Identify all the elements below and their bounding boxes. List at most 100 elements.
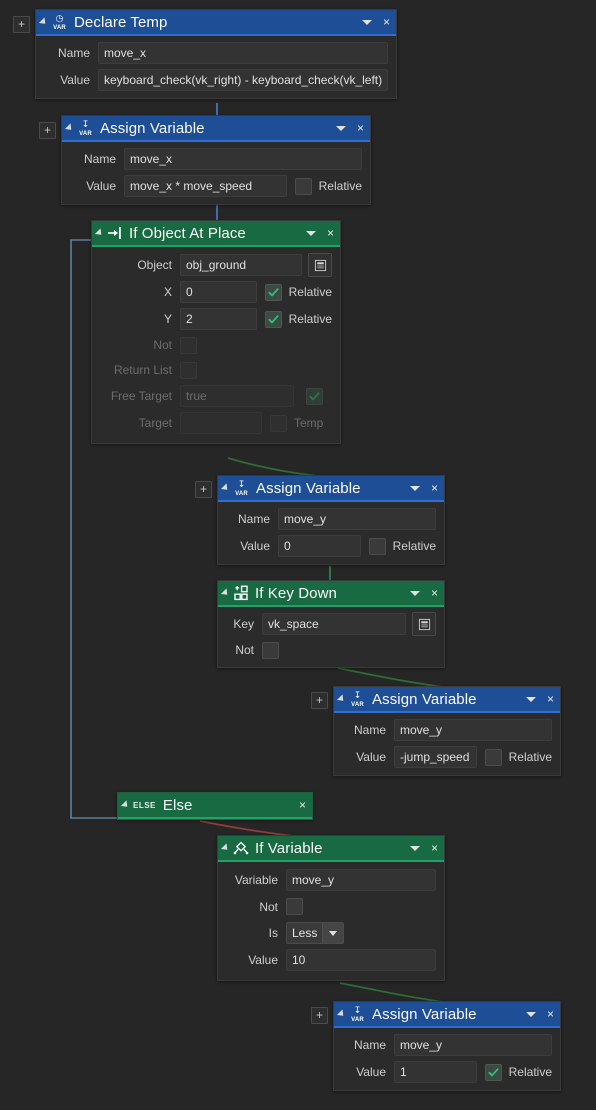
relative-group-assign-jump[interactable]: Relative — [484, 748, 552, 766]
relative-group-assign-gravity[interactable]: Relative — [484, 1063, 552, 1081]
checkbox-not-if-variable[interactable] — [286, 898, 303, 915]
close-icon-if-key-down[interactable]: × — [429, 587, 440, 600]
chevron-down-icon-declare-temp[interactable] — [361, 19, 372, 25]
checkbox-relative-y[interactable] — [264, 310, 282, 328]
collapse-triangle-icon[interactable] — [94, 228, 105, 238]
collapse-triangle-icon[interactable] — [64, 123, 75, 133]
input-key[interactable]: vk_space — [262, 613, 406, 635]
collapse-triangle-icon[interactable] — [220, 588, 231, 598]
block-header-assign-gravity[interactable]: ↧ VAR Assign Variable × — [334, 1002, 560, 1028]
block-header-if-variable[interactable]: If Variable × — [218, 836, 444, 862]
block-title-if-key-down: If Key Down — [255, 584, 337, 602]
input-declare-temp-value[interactable]: keyboard_check(vk_right) - keyboard_chec… — [98, 69, 388, 91]
close-icon-if-object-at-place[interactable]: × — [325, 227, 336, 240]
chevron-down-icon-assign-jump[interactable] — [525, 696, 536, 702]
chevron-down-icon-assign-move-x[interactable] — [335, 125, 346, 131]
close-icon-if-variable[interactable]: × — [429, 842, 440, 855]
chevron-down-icon-comparison[interactable] — [322, 923, 344, 943]
input-if-variable-variable[interactable]: move_y — [286, 869, 436, 891]
checkbox-not-key-down[interactable] — [262, 641, 279, 659]
input-assign-jump-value[interactable]: -jump_speed — [394, 746, 477, 768]
label-not: Not — [235, 643, 254, 657]
checkbox-relative-assign-move-y-zero[interactable] — [368, 537, 386, 555]
add-action-button-assign-move-x[interactable]: + — [39, 122, 56, 139]
add-action-button-assign-move-y-zero[interactable]: + — [195, 481, 212, 498]
input-assign-move-y-zero-name[interactable]: move_y — [278, 508, 436, 530]
block-assign-variable-move-x[interactable]: ↧ VAR Assign Variable × Name move_x Value… — [61, 115, 371, 205]
input-assign-move-y-zero-value[interactable]: 0 — [278, 535, 361, 557]
block-header-assign-move-x[interactable]: ↧ VAR Assign Variable × — [62, 116, 370, 142]
input-assign-move-x-name[interactable]: move_x — [124, 148, 362, 170]
block-header-declare-temp[interactable]: ◷ VAR Declare Temp × — [36, 10, 396, 36]
block-header-if-key-down[interactable]: If Key Down × — [218, 581, 444, 607]
block-if-object-at-place[interactable]: If Object At Place × Object obj_ground X… — [91, 220, 341, 444]
checkbox-relative-x[interactable] — [264, 283, 282, 301]
add-action-button-assign-jump[interactable]: + — [311, 692, 328, 709]
input-y[interactable]: 2 — [180, 308, 257, 330]
checkbox-relative-assign-jump[interactable] — [484, 748, 502, 766]
input-if-variable-value[interactable]: 10 — [286, 949, 436, 971]
var-clock-icon: ◷ VAR — [53, 12, 66, 31]
checkbox-relative-assign-gravity[interactable] — [484, 1063, 502, 1081]
chevron-down-icon-assign-gravity[interactable] — [525, 1011, 536, 1017]
label-relative: Relative — [318, 179, 362, 193]
field-row-value: Value 1 Relative — [342, 1061, 552, 1083]
chevron-down-icon-if-object-at-place[interactable] — [305, 230, 316, 236]
input-assign-jump-name[interactable]: move_y — [394, 719, 552, 741]
field-row-not: Not — [226, 640, 436, 660]
collapse-triangle-icon[interactable] — [38, 17, 49, 27]
select-comparison-operator[interactable]: Less — [286, 922, 345, 944]
block-header-if-object-at-place[interactable]: If Object At Place × — [92, 221, 340, 247]
input-object[interactable]: obj_ground — [180, 254, 302, 276]
relative-group-x[interactable]: Relative — [264, 283, 332, 301]
input-assign-gravity-name[interactable]: move_y — [394, 1034, 552, 1056]
field-row-object: Object obj_ground — [100, 253, 332, 277]
checkbox-not — [180, 336, 197, 354]
block-header-assign-jump[interactable]: ↧ VAR Assign Variable × — [334, 687, 560, 713]
input-assign-gravity-value[interactable]: 1 — [394, 1061, 477, 1083]
block-else[interactable]: ELSE Else × — [117, 792, 313, 820]
add-action-button-declare-temp[interactable]: + — [13, 16, 30, 33]
input-x[interactable]: 0 — [180, 281, 257, 303]
checkbox-relative-assign-move-x[interactable] — [294, 177, 312, 195]
close-icon-declare-temp[interactable]: × — [381, 16, 392, 29]
block-if-variable[interactable]: If Variable × Variable move_y Not Is Les… — [217, 835, 445, 981]
field-row-value: Value -jump_speed Relative — [342, 746, 552, 768]
block-assign-variable-move-y-zero[interactable]: ↧ VAR Assign Variable × Name move_y Value… — [217, 475, 445, 565]
block-declare-temp[interactable]: ◷ VAR Declare Temp × Name move_x Value ke… — [35, 9, 397, 99]
block-assign-variable-gravity[interactable]: ↧ VAR Assign Variable × Name move_y Value… — [333, 1001, 561, 1091]
close-icon-assign-jump[interactable]: × — [545, 693, 556, 706]
chevron-down-icon-if-key-down[interactable] — [409, 590, 420, 596]
collapse-triangle-icon[interactable] — [120, 800, 131, 810]
close-icon-assign-move-x[interactable]: × — [355, 122, 366, 135]
dnd-workspace-canvas[interactable]: + ◷ VAR Declare Temp × Name move_x Value … — [0, 0, 596, 1110]
close-icon-else[interactable]: × — [297, 799, 308, 812]
key-picker-button[interactable] — [412, 612, 436, 636]
block-header-assign-move-y-zero[interactable]: ↧ VAR Assign Variable × — [218, 476, 444, 502]
block-assign-variable-jump[interactable]: ↧ VAR Assign Variable × Name move_y Value… — [333, 686, 561, 776]
block-header-else[interactable]: ELSE Else × — [118, 793, 312, 819]
close-icon-assign-move-y-zero[interactable]: × — [429, 482, 440, 495]
label-x: X — [163, 285, 172, 299]
collapse-triangle-icon[interactable] — [336, 694, 347, 704]
checkbox-temp — [270, 414, 287, 432]
chevron-down-icon-if-variable[interactable] — [409, 845, 420, 851]
block-if-key-down[interactable]: If Key Down × Key vk_space Not — [217, 580, 445, 668]
relative-group-y[interactable]: Relative — [264, 310, 332, 328]
label-value: Value — [240, 539, 270, 553]
collapse-triangle-icon[interactable] — [220, 483, 231, 493]
input-declare-temp-name[interactable]: move_x — [98, 42, 388, 64]
block-body-if-object-at-place: Object obj_ground X 0 Relative Y 2 Relat… — [92, 247, 340, 443]
close-icon-assign-gravity[interactable]: × — [545, 1008, 556, 1021]
collapse-triangle-icon[interactable] — [336, 1009, 347, 1019]
relative-group-assign-move-y-zero[interactable]: Relative — [368, 537, 436, 555]
collapse-triangle-icon[interactable] — [220, 843, 231, 853]
relative-group-assign-move-x[interactable]: Relative — [294, 177, 362, 195]
add-action-button-assign-gravity[interactable]: + — [311, 1007, 328, 1024]
chevron-down-icon-assign-move-y-zero[interactable] — [409, 485, 420, 491]
field-row-name: Name move_y — [342, 719, 552, 741]
object-picker-button[interactable] — [308, 253, 332, 277]
input-assign-move-x-value[interactable]: move_x * move_speed — [124, 175, 287, 197]
label-temp: Temp — [294, 416, 324, 430]
field-row-value: Value 0 Relative — [226, 535, 436, 557]
